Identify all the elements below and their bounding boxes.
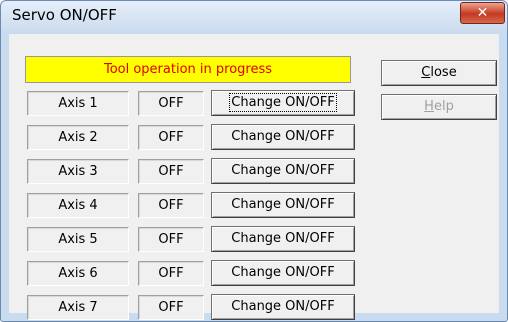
- change-on-off-label: Change ON/OFF: [229, 93, 337, 112]
- change-on-off-button[interactable]: Change ON/OFF: [211, 294, 355, 320]
- axis-label: Axis 5: [27, 227, 129, 252]
- axis-label: Axis 1: [27, 91, 129, 116]
- change-on-off-label: Change ON/OFF: [231, 197, 335, 212]
- status-message: Tool operation in progress: [25, 56, 351, 83]
- axis-label: Axis 2: [27, 125, 129, 150]
- axis-state: OFF: [138, 295, 204, 320]
- servo-dialog: Servo ON/OFF ✕ Tool operation in progres…: [0, 0, 508, 322]
- title-bar[interactable]: Servo ON/OFF ✕: [1, 1, 507, 31]
- axis-label: Axis 6: [27, 261, 129, 286]
- close-button[interactable]: Close: [381, 60, 497, 86]
- change-on-off-button[interactable]: Change ON/OFF: [211, 124, 355, 150]
- change-on-off-label: Change ON/OFF: [231, 163, 335, 178]
- close-window-icon[interactable]: ✕: [460, 2, 505, 24]
- axis-label: Axis 7: [27, 295, 129, 320]
- axis-state: OFF: [138, 91, 204, 116]
- change-on-off-label: Change ON/OFF: [231, 265, 335, 280]
- axis-state: OFF: [138, 193, 204, 218]
- axis-state: OFF: [138, 125, 204, 150]
- change-on-off-label: Change ON/OFF: [231, 299, 335, 314]
- change-on-off-button[interactable]: Change ON/OFF: [211, 158, 355, 184]
- help-button: Help: [381, 94, 497, 120]
- change-on-off-button[interactable]: Change ON/OFF: [211, 226, 355, 252]
- change-on-off-button[interactable]: Change ON/OFF: [211, 192, 355, 218]
- axis-state: OFF: [138, 227, 204, 252]
- help-button-label: elp: [433, 99, 454, 114]
- window-title: Servo ON/OFF: [12, 6, 117, 24]
- close-button-mnemonic: C: [421, 65, 431, 80]
- axis-state: OFF: [138, 261, 204, 286]
- axis-state: OFF: [138, 159, 204, 184]
- axis-label: Axis 4: [27, 193, 129, 218]
- change-on-off-label: Change ON/OFF: [231, 129, 335, 144]
- dialog-client-area: Tool operation in progress Close Help Ax…: [9, 34, 499, 320]
- change-on-off-label: Change ON/OFF: [231, 231, 335, 246]
- close-button-label: lose: [430, 65, 457, 80]
- change-on-off-button[interactable]: Change ON/OFF: [211, 90, 355, 116]
- change-on-off-button[interactable]: Change ON/OFF: [211, 260, 355, 286]
- axis-label: Axis 3: [27, 159, 129, 184]
- help-button-mnemonic: H: [424, 99, 434, 114]
